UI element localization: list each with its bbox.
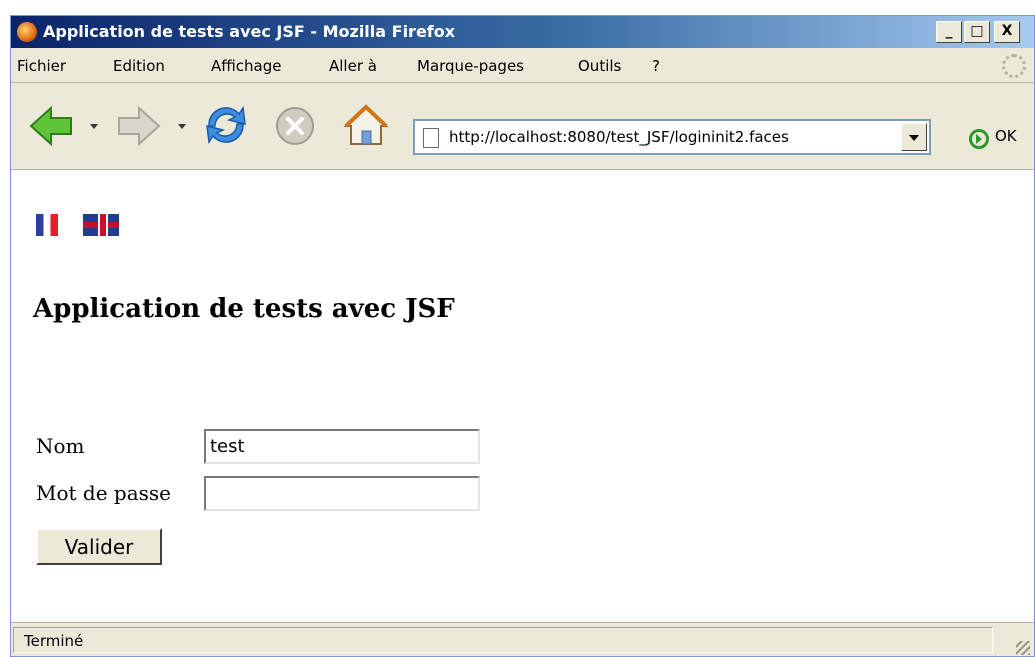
back-arrow-icon[interactable] <box>27 104 75 148</box>
address-bar[interactable]: http://localhost:8080/test_JSF/logininit… <box>413 119 931 155</box>
minimize-button[interactable]: _ <box>936 21 962 43</box>
go-button-label[interactable]: OK <box>995 127 1017 145</box>
window-title: Application de tests avec JSF - Mozilla … <box>43 22 456 41</box>
menu-marque-pages[interactable]: Marque-pages <box>417 57 524 75</box>
status-text: Terminé <box>24 632 84 650</box>
firefox-icon <box>17 22 37 42</box>
close-button[interactable]: X <box>994 21 1020 43</box>
menu-affichage[interactable]: Affichage <box>211 57 281 75</box>
url-text: http://localhost:8080/test_JSF/logininit… <box>449 128 789 146</box>
page-heading: Application de tests avec JSF <box>33 294 455 324</box>
title-bar: Application de tests avec JSF - Mozilla … <box>11 16 1034 48</box>
uk-flag-icon[interactable] <box>83 214 119 236</box>
page-icon <box>423 128 439 148</box>
menu-help[interactable]: ? <box>652 57 660 75</box>
home-icon[interactable] <box>341 100 391 150</box>
menu-outils[interactable]: Outils <box>578 57 621 75</box>
password-field[interactable] <box>204 476 480 511</box>
browser-window: Application de tests avec JSF - Mozilla … <box>10 15 1035 657</box>
go-icon[interactable] <box>969 129 989 149</box>
name-label: Nom <box>36 434 85 458</box>
forward-dropdown-icon[interactable] <box>178 124 186 129</box>
maximize-button[interactable]: □ <box>964 21 990 43</box>
menu-aller-a[interactable]: Aller à <box>329 57 377 75</box>
back-dropdown-icon[interactable] <box>90 124 98 129</box>
forward-arrow-icon[interactable] <box>115 104 163 148</box>
menu-edition[interactable]: Edition <box>113 57 165 75</box>
name-field[interactable] <box>204 429 480 464</box>
throbber-icon <box>1002 54 1026 78</box>
menu-bar: Fichier Edition Affichage Aller à Marque… <box>11 50 1034 83</box>
stop-icon[interactable] <box>273 104 317 148</box>
url-dropdown-button[interactable] <box>901 123 927 151</box>
reload-icon[interactable] <box>201 100 251 150</box>
menu-fichier[interactable]: Fichier <box>17 57 66 75</box>
resize-grip-icon[interactable] <box>1016 641 1030 655</box>
submit-button[interactable]: Valider <box>36 528 162 565</box>
french-flag-icon[interactable] <box>36 214 58 236</box>
status-bar: Terminé <box>11 622 1034 656</box>
password-label: Mot de passe <box>36 481 171 505</box>
status-panel: Terminé <box>13 627 993 653</box>
page-content: Application de tests avec JSF Nom Mot de… <box>11 170 1034 622</box>
